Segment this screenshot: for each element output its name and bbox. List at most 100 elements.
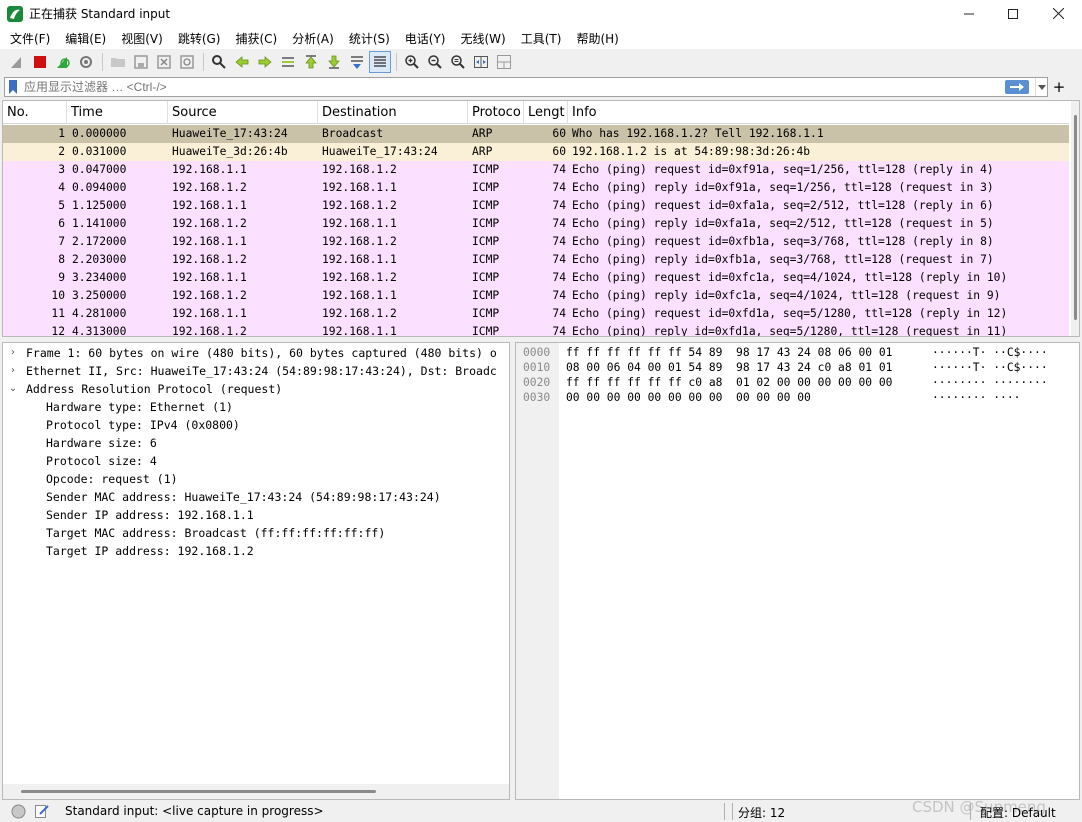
expand-arrow-icon[interactable]: › bbox=[7, 362, 19, 380]
packet-row[interactable]: 4 0.094000 192.168.1.2 192.168.1.1 ICMP 74 Ech… bbox=[3, 179, 1069, 197]
packet-row[interactable]: 11 4.281000 192.168.1.1 192.168.1.2 ICMP 74 Ec… bbox=[3, 305, 1069, 323]
packet-list-scrollbar[interactable] bbox=[1071, 101, 1079, 336]
stop-capture-button[interactable] bbox=[29, 51, 51, 73]
menu-statistics[interactable]: 统计(S) bbox=[343, 30, 396, 47]
zoom-normal-button[interactable] bbox=[447, 51, 469, 73]
layout-button[interactable] bbox=[493, 51, 515, 73]
byte-ascii[interactable]: ········ ···· bbox=[932, 390, 1020, 405]
menu-capture[interactable]: 捕获(C) bbox=[229, 30, 283, 47]
tree-leaf[interactable]: Hardware size: 6 bbox=[3, 434, 509, 452]
profile-selector[interactable]: 配置: Default bbox=[980, 804, 1056, 821]
tree-leaf[interactable]: Protocol size: 4 bbox=[3, 452, 509, 470]
expand-arrow-icon[interactable]: › bbox=[7, 344, 19, 362]
column-header-destination[interactable]: Destination bbox=[318, 101, 468, 124]
byte-hex[interactable]: ff ff ff ff ff ff 54 89 98 17 43 24 08 0… bbox=[566, 345, 892, 360]
first-packet-button[interactable] bbox=[300, 51, 322, 73]
packet-cell-destination: 192.168.1.2 bbox=[322, 271, 397, 284]
minimize-button[interactable] bbox=[946, 0, 992, 27]
byte-hex[interactable]: 08 00 06 04 00 01 54 89 98 17 43 24 c0 a… bbox=[566, 360, 892, 375]
packet-row[interactable]: 10 3.250000 192.168.1.2 192.168.1.1 ICMP 74 Ec… bbox=[3, 287, 1069, 305]
menu-go[interactable]: 跳转(G) bbox=[172, 30, 227, 47]
tree-leaf[interactable]: Sender IP address: 192.168.1.1 bbox=[3, 506, 509, 524]
last-packet-button[interactable] bbox=[323, 51, 345, 73]
save-file-button[interactable] bbox=[130, 51, 152, 73]
capture-comment-button[interactable] bbox=[34, 803, 50, 819]
display-filter-input[interactable] bbox=[24, 78, 1005, 96]
column-header-length[interactable]: Lengt bbox=[524, 101, 568, 124]
start-capture-button[interactable] bbox=[6, 51, 28, 73]
add-filter-button[interactable]: + bbox=[1052, 78, 1066, 96]
packet-cell-protocol: ICMP bbox=[472, 163, 500, 176]
column-header-no[interactable]: No. bbox=[3, 101, 67, 124]
tree-label: Hardware size: 6 bbox=[46, 436, 157, 450]
column-header-protocol[interactable]: Protoco bbox=[468, 101, 524, 124]
tree-node[interactable]: › Ethernet II, Src: HuaweiTe_17:43:24 (54… bbox=[3, 362, 509, 380]
byte-ascii[interactable]: ······T· ··C$···· bbox=[932, 345, 1048, 360]
restart-capture-button[interactable] bbox=[52, 51, 74, 73]
tree-leaf[interactable]: Sender MAC address: HuaweiTe_17:43:24 (5… bbox=[3, 488, 509, 506]
column-header-source[interactable]: Source bbox=[168, 101, 318, 124]
menu-telephony[interactable]: 电话(Y) bbox=[399, 30, 452, 47]
go-forward-button[interactable] bbox=[254, 51, 276, 73]
packet-cell-length: 74 bbox=[552, 253, 566, 266]
close-file-button[interactable] bbox=[153, 51, 175, 73]
packet-cell-length: 74 bbox=[552, 271, 566, 284]
autoscroll-icon bbox=[351, 56, 363, 69]
capture-options-button[interactable] bbox=[75, 51, 97, 73]
maximize-button[interactable] bbox=[990, 0, 1036, 27]
menu-analyze[interactable]: 分析(A) bbox=[286, 30, 340, 47]
tree-node[interactable]: › Frame 1: 60 bytes on wire (480 bits), 6… bbox=[3, 344, 509, 362]
open-file-button[interactable] bbox=[107, 51, 129, 73]
packet-row[interactable]: 12 4.313000 192.168.1.2 192.168.1.1 ICMP 74 Ec… bbox=[3, 323, 1069, 336]
find-packet-button[interactable] bbox=[208, 51, 230, 73]
details-horizontal-scrollbar[interactable] bbox=[3, 784, 509, 799]
menu-edit[interactable]: 编辑(E) bbox=[59, 30, 112, 47]
byte-hex[interactable]: 00 00 00 00 00 00 00 00 00 00 00 00 bbox=[566, 390, 811, 405]
resize-columns-icon bbox=[474, 56, 488, 68]
packet-row[interactable]: 2 0.031000 HuaweiTe_3d:26:4b HuaweiTe_17:43… bbox=[3, 143, 1069, 161]
go-forward-icon bbox=[258, 56, 272, 68]
go-back-button[interactable] bbox=[231, 51, 253, 73]
byte-hex[interactable]: ff ff ff ff ff ff c0 a8 01 02 00 00 00 0… bbox=[566, 375, 892, 390]
packet-cell-no: 1 bbox=[58, 127, 65, 140]
tree-leaf[interactable]: Target MAC address: Broadcast (ff:ff:ff:… bbox=[3, 524, 509, 542]
expert-info-button[interactable] bbox=[11, 804, 26, 819]
close-button[interactable] bbox=[1035, 0, 1081, 27]
packet-row[interactable]: 9 3.234000 192.168.1.1 192.168.1.2 ICMP 74 Ech… bbox=[3, 269, 1069, 287]
apply-filter-button[interactable] bbox=[1005, 80, 1029, 94]
go-to-packet-button[interactable] bbox=[277, 51, 299, 73]
filter-dropdown-button[interactable] bbox=[1035, 78, 1047, 96]
tree-leaf[interactable]: Target IP address: 192.168.1.2 bbox=[3, 542, 509, 560]
tree-leaf[interactable]: Hardware type: Ethernet (1) bbox=[3, 398, 509, 416]
menu-wireless[interactable]: 无线(W) bbox=[455, 30, 512, 47]
byte-ascii[interactable]: ······T· ··C$···· bbox=[932, 360, 1048, 375]
byte-ascii[interactable]: ········ ········ bbox=[932, 375, 1048, 390]
reload-file-button[interactable] bbox=[176, 51, 198, 73]
colorize-button[interactable] bbox=[369, 51, 391, 73]
tree-label: Ethernet II, Src: HuaweiTe_17:43:24 (54:… bbox=[26, 364, 497, 378]
packet-row[interactable]: 6 1.141000 192.168.1.2 192.168.1.1 ICMP 74 Ech… bbox=[3, 215, 1069, 233]
zoom-out-button[interactable] bbox=[424, 51, 446, 73]
menu-view[interactable]: 视图(V) bbox=[115, 30, 169, 47]
packet-row[interactable]: 5 1.125000 192.168.1.1 192.168.1.2 ICMP 74 Ech… bbox=[3, 197, 1069, 215]
tree-node[interactable]: ⌄ Address Resolution Protocol (request) bbox=[3, 380, 509, 398]
autoscroll-button[interactable] bbox=[346, 51, 368, 73]
menu-file[interactable]: 文件(F) bbox=[4, 30, 56, 47]
tree-leaf[interactable]: Protocol type: IPv4 (0x0800) bbox=[3, 416, 509, 434]
tree-leaf[interactable]: Opcode: request (1) bbox=[3, 470, 509, 488]
collapse-arrow-icon[interactable]: ⌄ bbox=[7, 380, 19, 398]
scrollbar-thumb[interactable] bbox=[1074, 115, 1077, 320]
menu-tools[interactable]: 工具(T) bbox=[515, 30, 568, 47]
menu-help[interactable]: 帮助(H) bbox=[570, 30, 624, 47]
resize-columns-button[interactable] bbox=[470, 51, 492, 73]
packet-row[interactable]: 1 0.000000 HuaweiTe_17:43:24 Broadcast ARP 60… bbox=[3, 125, 1069, 143]
zoom-in-button[interactable] bbox=[401, 51, 423, 73]
display-filter-bar bbox=[4, 77, 1048, 97]
packet-row[interactable]: 8 2.203000 192.168.1.2 192.168.1.1 ICMP 74 Ech… bbox=[3, 251, 1069, 269]
scrollbar-thumb[interactable] bbox=[21, 790, 376, 793]
packet-row[interactable]: 3 0.047000 192.168.1.1 192.168.1.2 ICMP 74 Ech… bbox=[3, 161, 1069, 179]
packet-row[interactable]: 7 2.172000 192.168.1.1 192.168.1.2 ICMP 74 Ech… bbox=[3, 233, 1069, 251]
column-header-info[interactable]: Info bbox=[568, 101, 1069, 124]
column-header-time[interactable]: Time bbox=[67, 101, 168, 124]
bookmark-icon[interactable] bbox=[8, 80, 18, 94]
